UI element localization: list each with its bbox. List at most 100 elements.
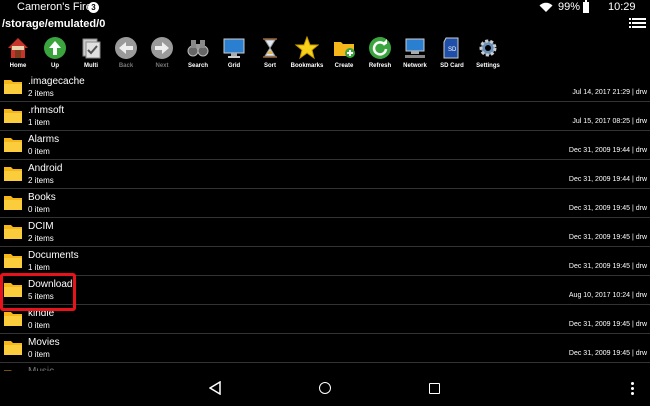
toolbar-label: Sort [264, 63, 276, 69]
modified-date: Aug 10, 2017 10:24 | drw [568, 292, 647, 299]
toolbar-next-button[interactable]: Next [144, 35, 180, 73]
navigation-bar [0, 371, 650, 406]
modified-date: Dec 31, 2009 19:45 | drw [568, 205, 647, 212]
next-arrow-icon [150, 36, 174, 60]
modified-date: Dec 31, 2009 19:45 | drw [568, 263, 647, 270]
toolbar-up-button[interactable]: Up [37, 35, 73, 73]
battery-icon [583, 0, 589, 13]
toolbar-label: Up [51, 63, 59, 69]
toolbar-label: Next [155, 63, 169, 69]
toolbar-grid-button[interactable]: Grid [216, 35, 252, 73]
item-count: 0 item [28, 205, 50, 214]
file-row[interactable]: Documents 1 item Dec 31, 2009 19:45 | drw [0, 247, 650, 276]
gear-icon [476, 36, 500, 60]
file-name: Books [28, 192, 56, 203]
recent-apps-icon[interactable] [429, 383, 440, 394]
create-folder-icon [332, 36, 356, 60]
folder-icon [3, 134, 23, 154]
toolbar-label: Grid [227, 63, 241, 69]
toolbar-label: Refresh [368, 63, 392, 69]
item-count: 2 items [28, 234, 54, 243]
clock: 10:29 [608, 1, 636, 13]
item-count: 1 item [28, 263, 50, 272]
toolbar-bookmarks-button[interactable]: Bookmarks [289, 35, 325, 73]
multi-select-icon [79, 36, 103, 60]
star-icon [294, 35, 320, 60]
file-row[interactable]: Music [0, 363, 650, 371]
up-arrow-icon [43, 36, 67, 60]
item-count: 0 item [28, 321, 50, 330]
file-row[interactable]: DCIM 2 items Dec 31, 2009 19:45 | drw [0, 218, 650, 247]
toolbar-search-button[interactable]: Search [180, 35, 216, 73]
item-count: 1 item [28, 118, 50, 127]
folder-icon [3, 76, 23, 96]
sd-card-icon: SD [440, 36, 464, 60]
home-icon [6, 36, 30, 60]
toolbar-label: Search [187, 63, 208, 69]
toolbar-network-button[interactable]: Network [397, 35, 433, 73]
battery-percent: 99% [558, 1, 581, 13]
folder-icon [3, 105, 23, 125]
file-row[interactable]: Books 0 item Dec 31, 2009 19:45 | drw [0, 189, 650, 218]
folder-icon [3, 221, 23, 241]
modified-date: Dec 31, 2009 19:45 | drw [568, 350, 647, 357]
toolbar-label: Network [403, 63, 427, 69]
notification-badge: 3 [88, 2, 99, 13]
toolbar-back-button[interactable]: Back [108, 35, 144, 73]
toolbar-refresh-button[interactable]: Refresh [362, 35, 398, 73]
modified-date: Jul 14, 2017 21:29 | drw [572, 89, 647, 96]
toolbar-settings-button[interactable]: Settings [470, 35, 506, 73]
hourglass-icon [258, 36, 282, 60]
file-list[interactable]: .imagecache 2 items Jul 14, 2017 21:29 | d… [0, 73, 650, 371]
folder-icon [3, 337, 23, 357]
list-menu-icon[interactable] [629, 18, 646, 30]
toolbar-sort-button[interactable]: Sort [252, 35, 288, 73]
toolbar-home-button[interactable]: Home [0, 35, 36, 73]
toolbar-multi-button[interactable]: Multi [73, 35, 109, 73]
item-count: 0 item [28, 350, 50, 359]
back-nav-icon[interactable] [209, 381, 221, 395]
current-path: /storage/emulated/0 [2, 18, 106, 30]
binoculars-icon [186, 36, 210, 60]
toolbar-create-button[interactable]: Create [326, 35, 362, 73]
toolbar: Home Up Multi Back Next Search Grid Sort Bookmar… [0, 35, 650, 73]
file-name: Alarms [28, 134, 60, 145]
file-row[interactable]: .imagecache 2 items Jul 14, 2017 21:29 | d… [0, 73, 650, 102]
modified-date: Dec 31, 2009 19:45 | drw [568, 234, 647, 241]
toolbar-label: SD Card [440, 63, 464, 69]
wifi-icon [539, 2, 553, 12]
modified-date: Dec 31, 2009 19:44 | drw [568, 176, 647, 183]
file-name: .imagecache [28, 76, 85, 87]
device-name: Cameron's Fire [17, 1, 92, 13]
back-arrow-icon [114, 36, 138, 60]
modified-date: Dec 31, 2009 19:44 | drw [568, 147, 647, 154]
home-nav-icon[interactable] [319, 382, 331, 394]
path-bar: /storage/emulated/0 [0, 15, 650, 35]
toolbar-label: Settings [476, 63, 500, 69]
file-name: .rhmsoft [28, 105, 65, 116]
toolbar-sd-card-button[interactable]: SD SD Card [434, 35, 470, 73]
more-options-icon[interactable] [629, 382, 635, 396]
network-icon [403, 36, 427, 60]
file-row[interactable]: kindle 0 item Dec 31, 2009 19:45 | drw [0, 305, 650, 334]
file-row[interactable]: Alarms 0 item Dec 31, 2009 19:44 | drw [0, 131, 650, 160]
toolbar-label: Home [9, 63, 27, 69]
folder-icon [3, 250, 23, 270]
file-row[interactable]: Download 5 items Aug 10, 2017 10:24 | drw [0, 276, 650, 305]
toolbar-label: Back [118, 63, 134, 69]
toolbar-label: Multi [84, 63, 98, 69]
grid-monitor-icon [222, 36, 246, 60]
file-row[interactable]: .rhmsoft 1 item Jul 15, 2017 08:25 | drw [0, 102, 650, 131]
status-bar: Cameron's Fire 3 99% 10:29 [0, 0, 650, 15]
file-name: Movies [28, 337, 60, 348]
highlight-box [0, 273, 76, 311]
file-name: DCIM [28, 221, 54, 232]
item-count: 0 item [28, 147, 50, 156]
modified-date: Dec 31, 2009 19:45 | drw [568, 321, 647, 328]
refresh-icon [368, 36, 392, 60]
toolbar-label: Create [334, 63, 354, 69]
file-row[interactable]: Movies 0 item Dec 31, 2009 19:45 | drw [0, 334, 650, 363]
item-count: 2 items [28, 176, 54, 185]
file-row[interactable]: Android 2 items Dec 31, 2009 19:44 | drw [0, 160, 650, 189]
svg-text:SD: SD [448, 47, 457, 53]
